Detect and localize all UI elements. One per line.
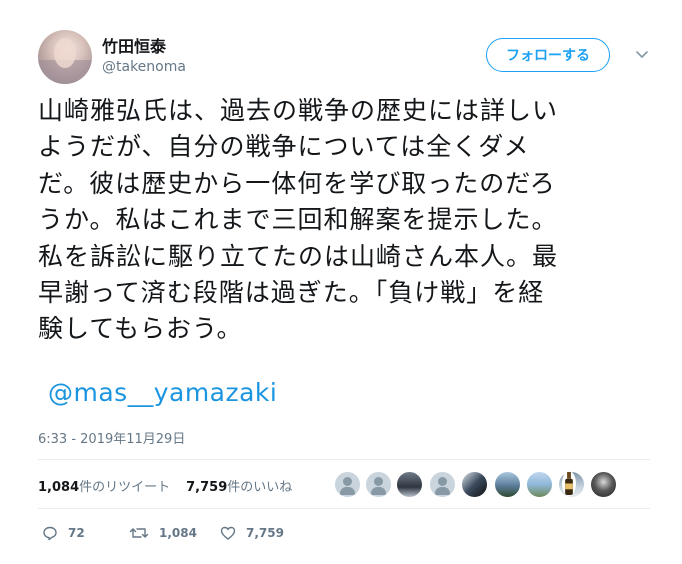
mention-link[interactable]: @mas__yamazaki [48,378,277,407]
tweet-line: 山崎雅弘氏は、過去の戦争の歴史には詳しい [38,96,559,125]
tweet-line: ようだが、自分の戦争については全くダメ [38,132,530,162]
retweet-count: 1,084 [159,526,197,540]
reply-icon [43,526,57,541]
chevron-down-icon[interactable] [634,46,650,62]
tweet-timestamp[interactable]: 6:33 - 2019年11月29日 [38,428,185,447]
divider [38,459,650,460]
like-button[interactable]: 7,759 [220,525,284,541]
engagement-stats: 1,084件のリツイート 7,759件のいいね [38,476,292,495]
user-handle[interactable]: @takenoma [102,59,186,75]
tweet-text: 山崎雅弘氏は、過去の戦争の歴史には詳しい ようだが、自分の戦争については全くダメ… [38,93,648,348]
liker-avatar[interactable] [526,471,553,498]
avatar-face [54,38,76,68]
tweet-line: だ。彼は歴史から一体何を学び取ったのだろ [38,168,556,198]
bottle-avatar[interactable] [562,471,576,496]
heart-icon [220,526,236,540]
reply-button[interactable]: 72 [42,525,85,541]
reply-count: 72 [68,526,85,540]
tweet-line: うか。私はこれまで三回和解案を提示した。 [38,205,558,235]
liker-avatar[interactable] [365,471,392,498]
retweet-button[interactable]: 1,084 [129,525,197,541]
liker-avatar[interactable] [590,471,617,498]
divider [38,508,650,509]
retweet-icon [129,528,149,538]
retweets-label: 件のリツイート [79,480,171,495]
retweets-count: 1,084 [38,480,80,495]
follow-button[interactable]: フォローする [486,38,610,72]
liker-avatar[interactable] [396,471,423,498]
liker-avatar[interactable] [429,471,456,498]
display-name[interactable]: 竹田恒泰 [102,33,166,57]
likes-label: 件のいいね [227,480,293,495]
tweet-line: 私を訴訟に駆り立てたのは山崎さん本人。最 [38,241,559,271]
avatar[interactable] [38,30,92,84]
retweets-stat[interactable]: 1,084件のリツイート [38,480,170,495]
likes-count: 7,759 [186,480,228,495]
liker-avatar[interactable] [461,471,488,498]
liker-avatar[interactable] [494,471,521,498]
like-count: 7,759 [246,526,284,540]
likes-stat[interactable]: 7,759件のいいね [186,480,292,495]
tweet-line: 早謝って済む段階は過ぎた。「負け戦」を経 [38,278,545,308]
tweet-line: 験してもらおう。 [38,314,243,344]
liker-avatar[interactable] [334,471,361,498]
